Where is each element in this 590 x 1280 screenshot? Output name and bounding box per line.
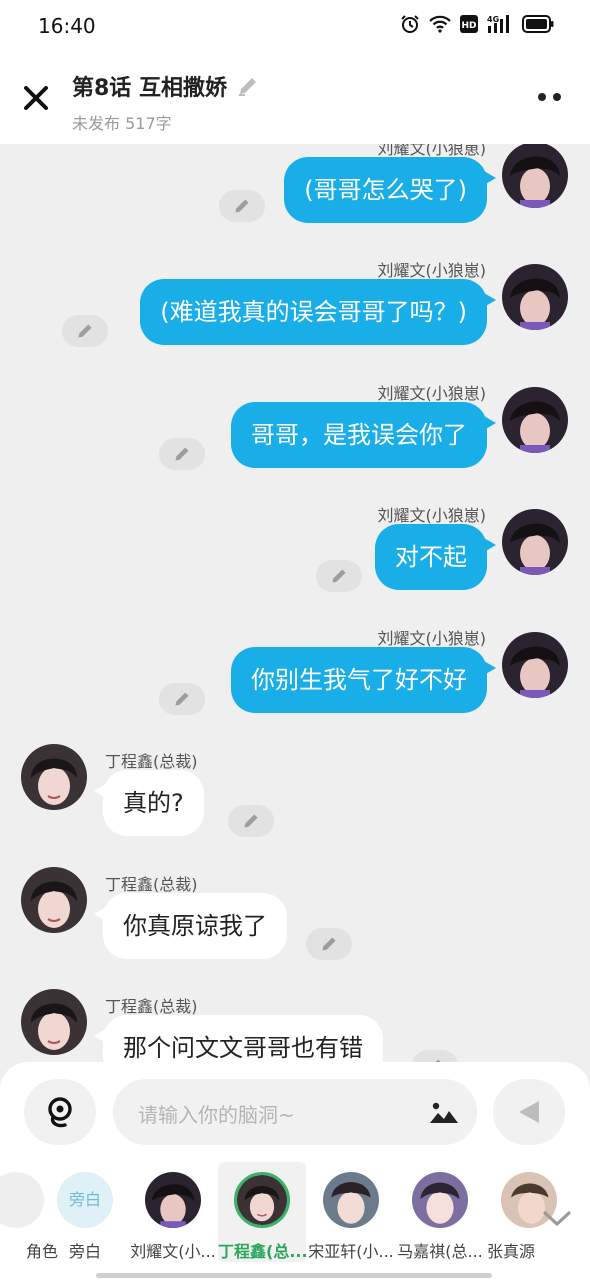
title-area: 第8话 互相撒娇 未发布 517字 xyxy=(72,70,259,134)
edit-message-button[interactable] xyxy=(62,315,108,347)
chat-message[interactable]: 刘耀文(小狼崽) (难道我真的误会哥哥了吗？) xyxy=(0,261,590,384)
role-selector[interactable]: 角色 旁白 旁白 刘耀文(小... 丁程鑫(总... 宋亚轩(小... 马嘉祺(… xyxy=(0,1162,590,1272)
speaker-name: 丁程鑫(总裁) xyxy=(105,752,198,771)
edit-message-button[interactable] xyxy=(159,438,205,470)
role-avatar xyxy=(323,1172,379,1228)
chat-message[interactable]: 刘耀文(小狼崽) 对不起 xyxy=(0,506,590,629)
message-bubble[interactable]: 真的? xyxy=(94,770,204,836)
pencil-icon xyxy=(175,692,189,706)
speaker-name: 刘耀文(小狼崽) xyxy=(377,506,487,525)
chat-message[interactable]: 刘耀文(小狼崽) (哥哥怎么哭了) xyxy=(0,144,590,262)
role-item-selected[interactable]: 丁程鑫(总... xyxy=(218,1162,306,1262)
svg-text:4G: 4G xyxy=(487,15,499,24)
avatar[interactable] xyxy=(21,744,87,810)
more-dot-icon xyxy=(538,93,546,101)
status-icons: HD 4G xyxy=(400,14,554,34)
role-item[interactable]: 刘耀文(小... xyxy=(129,1162,217,1262)
hd-icon: HD xyxy=(460,15,478,33)
more-dot-icon xyxy=(553,93,561,101)
role-avatar xyxy=(234,1172,290,1228)
chat-message[interactable]: 丁程鑫(总裁) 那个问文文哥哥也有错 xyxy=(0,989,590,1064)
role-label: 旁白 xyxy=(68,1242,101,1261)
role-label: 马嘉祺(总... xyxy=(397,1242,483,1261)
role-avatar xyxy=(412,1172,468,1228)
message-bubble[interactable]: 你真原谅我了 xyxy=(94,893,287,959)
role-avatar xyxy=(145,1172,201,1228)
avatar[interactable] xyxy=(21,989,87,1055)
avatar[interactable] xyxy=(502,632,568,698)
pencil-icon xyxy=(244,814,258,828)
page-title: 第8话 互相撒娇 xyxy=(72,70,259,102)
speaker-name: 刘耀文(小狼崽) xyxy=(377,261,487,280)
pencil-icon xyxy=(322,937,336,951)
voice-swirl-icon xyxy=(48,1097,72,1128)
message-bubble[interactable]: 你别生我气了好不好 xyxy=(231,647,496,713)
voice-button[interactable] xyxy=(24,1079,96,1145)
message-bubble[interactable]: 那个问文文哥哥也有错 xyxy=(94,1015,383,1064)
speaker-name: 刘耀文(小狼崽) xyxy=(377,629,487,648)
pencil-icon xyxy=(235,199,249,213)
composer-panel: 请输入你的脑洞~ 角色 旁白 旁白 刘耀文(小... 丁程鑫(总... 宋亚轩(… xyxy=(0,1062,590,1280)
role-label: 张真源 xyxy=(487,1242,536,1261)
role-item[interactable]: 宋亚轩(小... xyxy=(307,1162,395,1262)
role-label: 宋亚轩(小... xyxy=(308,1242,394,1261)
message-bubble[interactable]: (难道我真的误会哥哥了吗？) xyxy=(140,279,496,345)
edit-message-button[interactable] xyxy=(306,928,352,960)
role-item[interactable]: 张真源 xyxy=(485,1162,557,1262)
avatar[interactable] xyxy=(502,264,568,330)
role-label: 刘耀文(小... xyxy=(130,1242,216,1261)
close-button[interactable] xyxy=(20,82,52,114)
pencil-icon xyxy=(78,324,92,338)
wifi-icon xyxy=(429,15,451,33)
send-triangle-icon xyxy=(519,1101,539,1123)
edit-message-button[interactable] xyxy=(228,805,274,837)
edit-message-button[interactable] xyxy=(159,683,205,715)
message-bubble[interactable]: (哥哥怎么哭了) xyxy=(284,157,496,223)
pencil-icon xyxy=(332,569,346,583)
close-icon xyxy=(24,86,48,110)
chat-area[interactable]: 刘耀文(小狼崽) (哥哥怎么哭了) 刘耀文(小狼崽) (难道我真的误会哥哥了吗？… xyxy=(0,144,590,1064)
chat-message[interactable]: 丁程鑫(总裁) 真的? xyxy=(0,744,590,864)
chat-message[interactable]: 丁程鑫(总裁) 你真原谅我了 xyxy=(0,867,590,987)
role-item[interactable]: 旁白 旁白 xyxy=(41,1162,129,1262)
send-button[interactable] xyxy=(493,1079,565,1145)
input-placeholder: 请输入你的脑洞~ xyxy=(138,1103,295,1127)
pencil-icon xyxy=(175,447,189,461)
episode-title: 第8话 互相撒娇 xyxy=(72,76,227,101)
publish-status: 未发布 517字 xyxy=(72,114,172,133)
speaker-name: 刘耀文(小狼崽) xyxy=(377,384,487,403)
signal-4g-icon: 4G xyxy=(487,14,513,34)
narrator-avatar: 旁白 xyxy=(57,1172,113,1228)
role-label: 丁程鑫(总... xyxy=(218,1242,306,1261)
status-time: 16:40 xyxy=(38,14,96,38)
image-icon[interactable] xyxy=(429,1099,459,1129)
svg-text:HD: HD xyxy=(461,21,476,31)
speaker-name: 丁程鑫(总裁) xyxy=(105,875,198,894)
edit-message-button[interactable] xyxy=(316,560,362,592)
message-bubble[interactable]: 对不起 xyxy=(375,524,496,590)
battery-icon xyxy=(522,15,554,33)
edit-message-button[interactable] xyxy=(219,190,265,222)
chat-message[interactable]: 刘耀文(小狼崽) 你别生我气了好不好 xyxy=(0,629,590,752)
avatar[interactable] xyxy=(502,144,568,208)
avatar[interactable] xyxy=(502,509,568,575)
role-item[interactable]: 马嘉祺(总... xyxy=(396,1162,484,1262)
home-indicator xyxy=(96,1273,492,1278)
chevron-down-icon[interactable] xyxy=(542,1208,572,1232)
avatar[interactable] xyxy=(21,867,87,933)
message-input[interactable]: 请输入你的脑洞~ xyxy=(113,1079,477,1145)
status-bar: 16:40 HD 4G xyxy=(0,0,590,52)
speaker-name: 丁程鑫(总裁) xyxy=(105,997,198,1016)
more-options-button[interactable] xyxy=(538,90,568,104)
editor-header: 第8话 互相撒娇 未发布 517字 xyxy=(0,52,590,144)
alarm-icon xyxy=(400,14,420,34)
edit-title-icon[interactable] xyxy=(237,75,259,97)
role-avatar xyxy=(0,1172,44,1228)
chat-message[interactable]: 刘耀文(小狼崽) 哥哥，是我误会你了 xyxy=(0,384,590,507)
message-bubble[interactable]: 哥哥，是我误会你了 xyxy=(231,402,496,468)
avatar[interactable] xyxy=(502,387,568,453)
